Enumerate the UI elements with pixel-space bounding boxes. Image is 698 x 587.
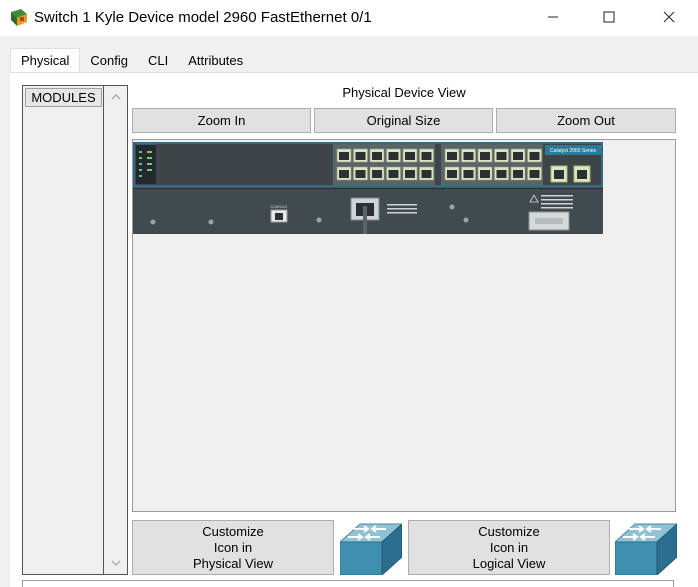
ethernet-port-socket bbox=[463, 170, 474, 178]
ethernet-port-socket bbox=[529, 152, 540, 160]
customize-logical-icon-button[interactable]: Customize Icon in Logical View bbox=[408, 520, 610, 575]
ethernet-port-socket bbox=[405, 170, 415, 178]
physical-device-view-title: Physical Device View bbox=[342, 85, 466, 100]
ethernet-port-socket bbox=[496, 152, 507, 160]
tab-physical[interactable]: Physical bbox=[10, 48, 81, 75]
modules-pane: MODULES bbox=[22, 85, 128, 575]
ethernet-port-socket bbox=[421, 170, 432, 178]
ethernet-port-socket bbox=[372, 170, 382, 178]
customize-physical-line-1: Customize bbox=[202, 523, 264, 539]
switch-device-image[interactable]: Catalyst 2960 Series CONSOLE bbox=[133, 142, 603, 234]
customize-logical-line-2: Icon in bbox=[489, 539, 529, 555]
tab-config[interactable]: Config bbox=[80, 48, 138, 72]
tab-cli[interactable]: CLI bbox=[138, 48, 179, 72]
ethernet-port-socket bbox=[480, 170, 490, 178]
ethernet-port-socket bbox=[405, 152, 415, 160]
ethernet-port-socket bbox=[355, 170, 366, 178]
brand-label: Catalyst 2960 Series bbox=[550, 148, 597, 154]
ethernet-port-socket bbox=[463, 152, 474, 160]
ethernet-port-socket bbox=[480, 152, 490, 160]
ethernet-port-socket bbox=[355, 152, 366, 160]
tab-bar: Physical Config CLI Attributes bbox=[10, 48, 254, 75]
customize-physical-icon-button[interactable]: Customize Icon in Physical View bbox=[132, 520, 334, 575]
tab-attributes[interactable]: Attributes bbox=[178, 48, 254, 72]
ethernet-port-socket bbox=[372, 152, 382, 160]
ethernet-port-socket bbox=[339, 152, 349, 160]
window-title: Switch 1 Kyle Device model 2960 FastEthe… bbox=[34, 9, 372, 26]
ethernet-port-socket bbox=[388, 170, 399, 178]
ethernet-port-socket bbox=[496, 170, 507, 178]
zoom-toolbar: Zoom In Original Size Zoom Out bbox=[132, 108, 676, 133]
scroll-down-icon[interactable] bbox=[105, 554, 127, 572]
switch-icon bbox=[340, 523, 402, 575]
close-button[interactable] bbox=[646, 0, 692, 34]
maximize-icon bbox=[603, 11, 615, 23]
zoom-out-button[interactable]: Zoom Out bbox=[496, 108, 676, 133]
ethernet-port-socket bbox=[447, 170, 457, 178]
customize-logical-line-1: Customize bbox=[478, 523, 540, 539]
ethernet-port-socket bbox=[447, 152, 457, 160]
maximize-button[interactable] bbox=[586, 0, 632, 34]
scroll-up-icon[interactable] bbox=[105, 88, 127, 106]
ethernet-port-socket bbox=[513, 152, 523, 160]
customize-logical-line-3: Logical View bbox=[472, 555, 546, 571]
zoom-in-button[interactable]: Zoom In bbox=[132, 108, 311, 133]
minimize-button[interactable] bbox=[530, 0, 576, 34]
ethernet-port-socket bbox=[388, 152, 399, 160]
ethernet-port-socket bbox=[421, 152, 432, 160]
console-label: CONSOLE bbox=[270, 205, 288, 209]
close-icon bbox=[663, 11, 675, 23]
title-bar: Switch 1 Kyle Device model 2960 FastEthe… bbox=[0, 0, 698, 36]
app-icon bbox=[11, 9, 27, 26]
modules-scrollbar[interactable] bbox=[105, 86, 127, 574]
modules-header: MODULES bbox=[25, 88, 102, 107]
modules-list[interactable]: MODULES bbox=[23, 86, 104, 574]
customize-physical-line-2: Icon in bbox=[213, 539, 253, 555]
status-field bbox=[22, 580, 674, 587]
customize-physical-line-3: Physical View bbox=[193, 555, 273, 571]
ethernet-port-socket bbox=[513, 170, 523, 178]
switch-icon bbox=[615, 523, 677, 575]
device-canvas[interactable]: Catalyst 2960 Series CONSOLE bbox=[132, 139, 676, 512]
original-size-button[interactable]: Original Size bbox=[314, 108, 493, 133]
ethernet-port-socket bbox=[529, 170, 540, 178]
ethernet-port-socket bbox=[339, 170, 349, 178]
minimize-icon bbox=[548, 16, 558, 18]
